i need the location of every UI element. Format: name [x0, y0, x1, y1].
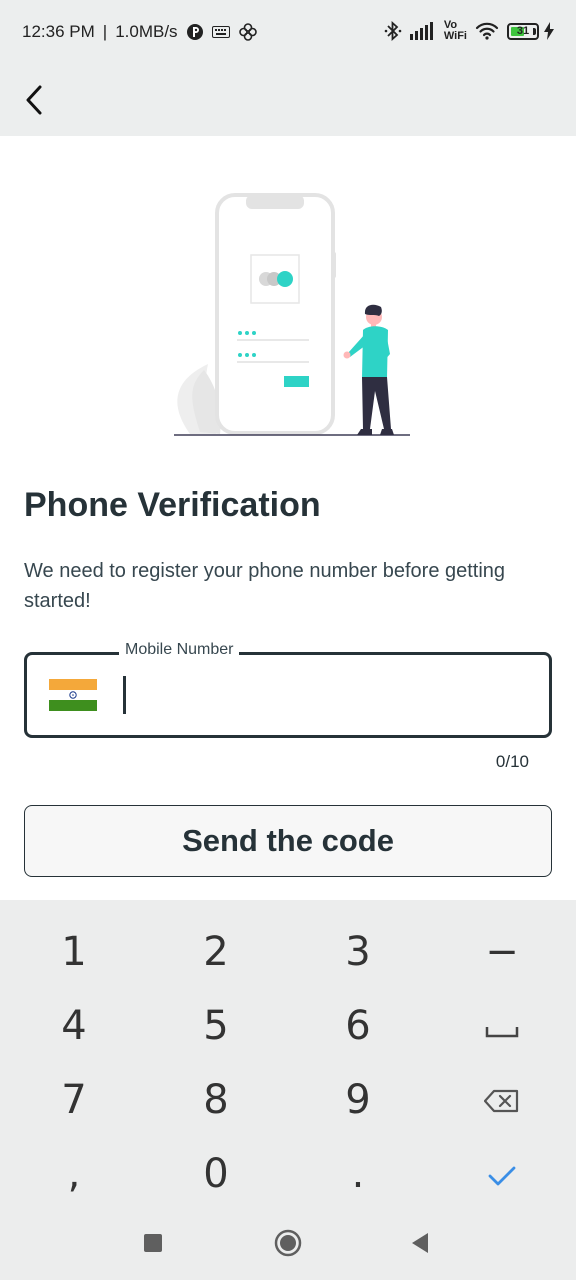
checkmark-icon	[488, 1151, 516, 1197]
character-counter: 0/10	[495, 752, 529, 771]
key-0[interactable]: 0	[144, 1137, 288, 1211]
status-bar: 12:36 PM | 1.0MB/s Vo WiFi 31	[0, 0, 576, 68]
battery-level: 31	[516, 25, 530, 37]
signal-icon	[409, 22, 436, 40]
back-triangle-icon	[410, 1232, 430, 1259]
backspace-icon	[483, 1077, 520, 1123]
key-8[interactable]: 8	[144, 1063, 288, 1137]
send-code-button[interactable]: Send the code	[24, 805, 552, 877]
key-4[interactable]: 4	[2, 989, 146, 1063]
phone-body	[215, 193, 335, 435]
key-7[interactable]: 7	[2, 1063, 146, 1137]
vowifi-icon: Vo WiFi	[444, 20, 467, 42]
app-bar	[0, 68, 576, 136]
india-flag-icon[interactable]	[49, 679, 97, 712]
status-left: 12:36 PM | 1.0MB/s	[22, 22, 258, 42]
key-2[interactable]: 2	[144, 915, 288, 989]
key-period[interactable]: .	[286, 1137, 430, 1211]
vowifi-bottom: WiFi	[443, 30, 467, 42]
key-comma[interactable]: ,	[2, 1137, 146, 1211]
home-button[interactable]	[273, 1229, 303, 1262]
network-speed: 1.0MB/s	[115, 22, 178, 41]
key-9[interactable]: 9	[286, 1063, 430, 1137]
key-3[interactable]: 3	[286, 915, 430, 989]
mobile-number-label: Mobile Number	[119, 641, 240, 659]
status-separator: |	[102, 22, 108, 41]
home-icon	[274, 1229, 302, 1262]
navigation-bar	[0, 1210, 576, 1280]
key-1[interactable]: 1	[2, 915, 146, 989]
done-key[interactable]	[430, 1137, 574, 1211]
person-figure	[343, 304, 394, 435]
mobile-number-input[interactable]	[128, 665, 549, 725]
keyboard-icon	[211, 26, 230, 38]
battery-icon: 31	[507, 22, 539, 40]
p-circle-icon	[186, 23, 204, 41]
key-6[interactable]: 6	[286, 989, 430, 1063]
status-right: Vo WiFi 31	[384, 20, 554, 42]
recents-icon	[144, 1233, 162, 1257]
chevron-left-icon	[24, 84, 44, 121]
nav-back-button[interactable]	[405, 1230, 435, 1260]
pinwheel-icon	[238, 22, 258, 42]
status-time: 12:36 PM	[22, 22, 95, 41]
phone-illustration	[160, 186, 420, 442]
page-title: Phone Verification	[24, 486, 321, 524]
page-description: We need to register your phone number be…	[24, 560, 506, 612]
mobile-number-field[interactable]: Mobile Number	[24, 641, 552, 738]
key-5[interactable]: 5	[144, 989, 288, 1063]
backspace-key[interactable]	[430, 1063, 574, 1137]
text-cursor	[123, 676, 126, 714]
key-minus[interactable]: −	[430, 915, 574, 989]
bluetooth-icon	[384, 21, 402, 41]
back-button[interactable]	[14, 76, 54, 128]
space-key[interactable]	[430, 989, 574, 1063]
recents-button[interactable]	[138, 1230, 168, 1260]
numeric-keyboard: 1 2 3 − 4 5 6 7 8 9 , 0 .	[0, 900, 576, 1210]
space-icon	[485, 1003, 519, 1049]
charging-icon	[544, 22, 554, 40]
wifi-icon	[475, 22, 499, 40]
